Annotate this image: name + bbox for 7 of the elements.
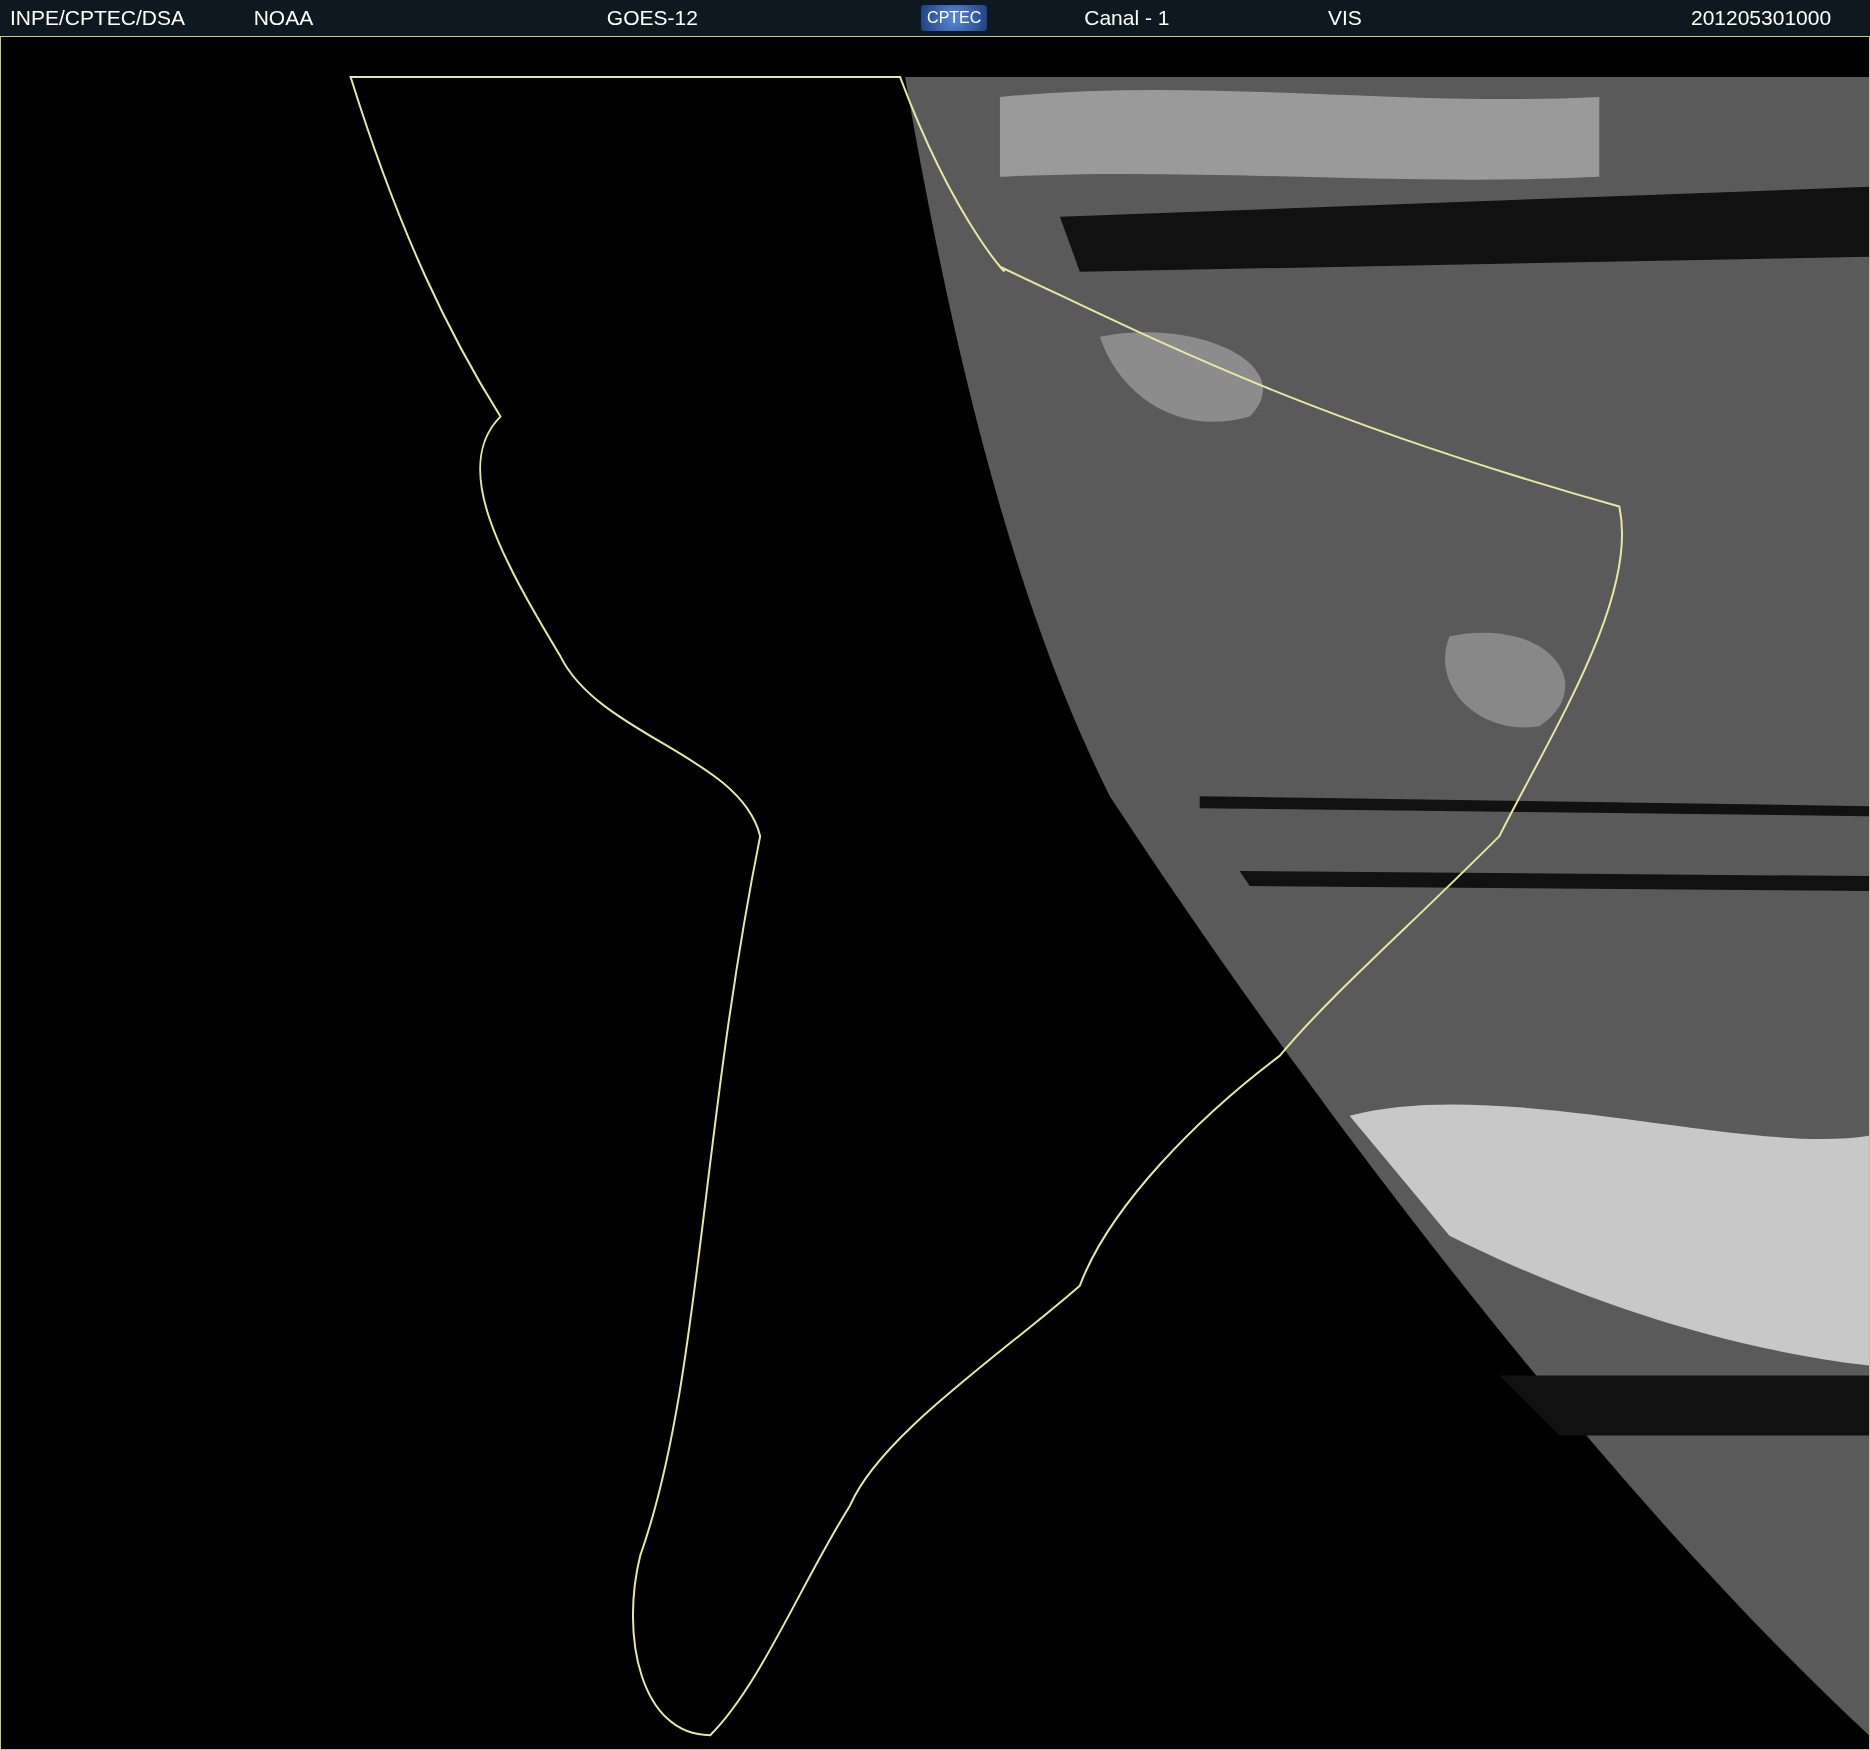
header-label: Canal - 1 bbox=[1084, 5, 1170, 30]
header-label: 201205301000 bbox=[1690, 5, 1832, 30]
header-label: GOES-12 bbox=[606, 5, 698, 30]
header-label: NOAA bbox=[253, 5, 314, 30]
logo: CPTEC bbox=[921, 4, 988, 31]
header-label: VIS bbox=[1327, 5, 1362, 30]
header-label: INPE/CPTEC/DSA bbox=[10, 5, 186, 30]
